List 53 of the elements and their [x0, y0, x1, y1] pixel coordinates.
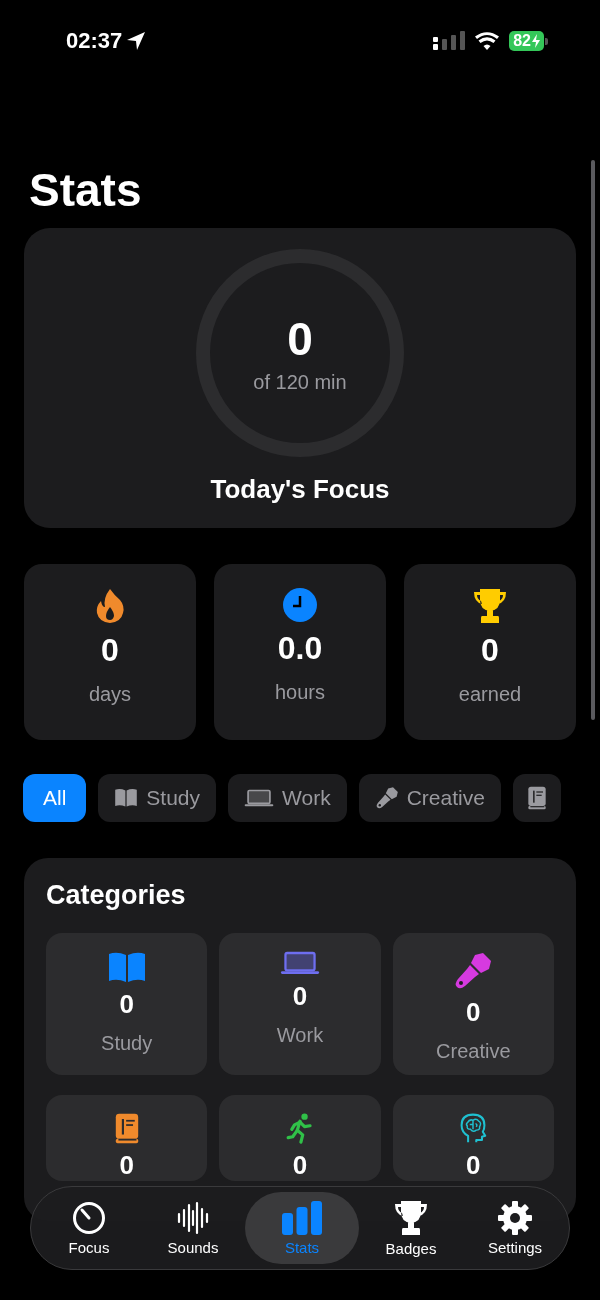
- focus-label: Today's Focus: [210, 474, 390, 505]
- flame-icon: [95, 588, 125, 624]
- signal-icon: [433, 31, 466, 51]
- page-title: Stats: [29, 164, 143, 216]
- category-count: 0: [466, 1150, 481, 1181]
- category-label: Work: [276, 1024, 324, 1047]
- category-count: 0: [466, 997, 481, 1028]
- tab-item[interactable]: Focus: [37, 1192, 141, 1264]
- category-count: 0: [119, 1150, 134, 1181]
- tab-item[interactable]: Badges: [359, 1192, 463, 1264]
- category-label: Study: [101, 1032, 153, 1055]
- category-count: 0: [119, 989, 134, 1020]
- wifi-icon: [475, 32, 500, 50]
- book-icon: [526, 786, 547, 810]
- tab-item[interactable]: Sounds: [141, 1192, 245, 1264]
- battery-level: 82: [513, 32, 531, 50]
- category-label: Creative: [436, 1040, 511, 1063]
- stat-value: 0: [481, 632, 499, 669]
- settings-icon: [498, 1200, 532, 1235]
- tab-item[interactable]: Settings: [463, 1192, 567, 1264]
- category-count: 0: [292, 1150, 308, 1181]
- filter-chip[interactable]: Creative: [358, 774, 501, 822]
- filter-chip[interactable]: Study: [98, 774, 217, 822]
- category-tile[interactable]: 0 Work: [219, 933, 381, 1075]
- trophy-icon: [473, 588, 507, 624]
- clock-icon: [283, 588, 317, 622]
- focus-minutes: 0: [287, 312, 313, 365]
- stat-value: 0.0: [277, 630, 323, 667]
- filter-chip[interactable]: [512, 774, 561, 822]
- category-count: 0: [292, 981, 308, 1012]
- stat-value: 0: [101, 632, 119, 669]
- bar-chart-icon: [281, 1200, 323, 1235]
- stat-label: earned: [458, 683, 522, 706]
- category-tile[interactable]: 0: [46, 1095, 208, 1181]
- category-tile[interactable]: 0 Creative: [392, 933, 554, 1075]
- status-time: 02:37: [66, 28, 123, 54]
- stat-label: days: [88, 683, 132, 706]
- category-tile[interactable]: 0: [219, 1095, 381, 1181]
- category-tile[interactable]: 0 Study: [46, 933, 208, 1075]
- paintbrush-icon: [374, 786, 399, 810]
- section-title: Categories: [46, 880, 187, 911]
- laptop-icon: [244, 789, 275, 807]
- charging-bolt-icon: [532, 34, 540, 48]
- filter-chip[interactable]: All: [23, 774, 87, 822]
- trophy-icon: [394, 1199, 428, 1236]
- location-arrow-icon: [126, 31, 147, 51]
- category-tile[interactable]: 0: [392, 1095, 554, 1181]
- timer-icon: [72, 1200, 106, 1235]
- stat-label: hours: [275, 681, 325, 704]
- sound-wave-icon: [176, 1200, 210, 1235]
- goal-caption: of 120 min: [253, 370, 347, 394]
- book-icon: [114, 788, 139, 808]
- filter-chip[interactable]: Work: [228, 774, 347, 822]
